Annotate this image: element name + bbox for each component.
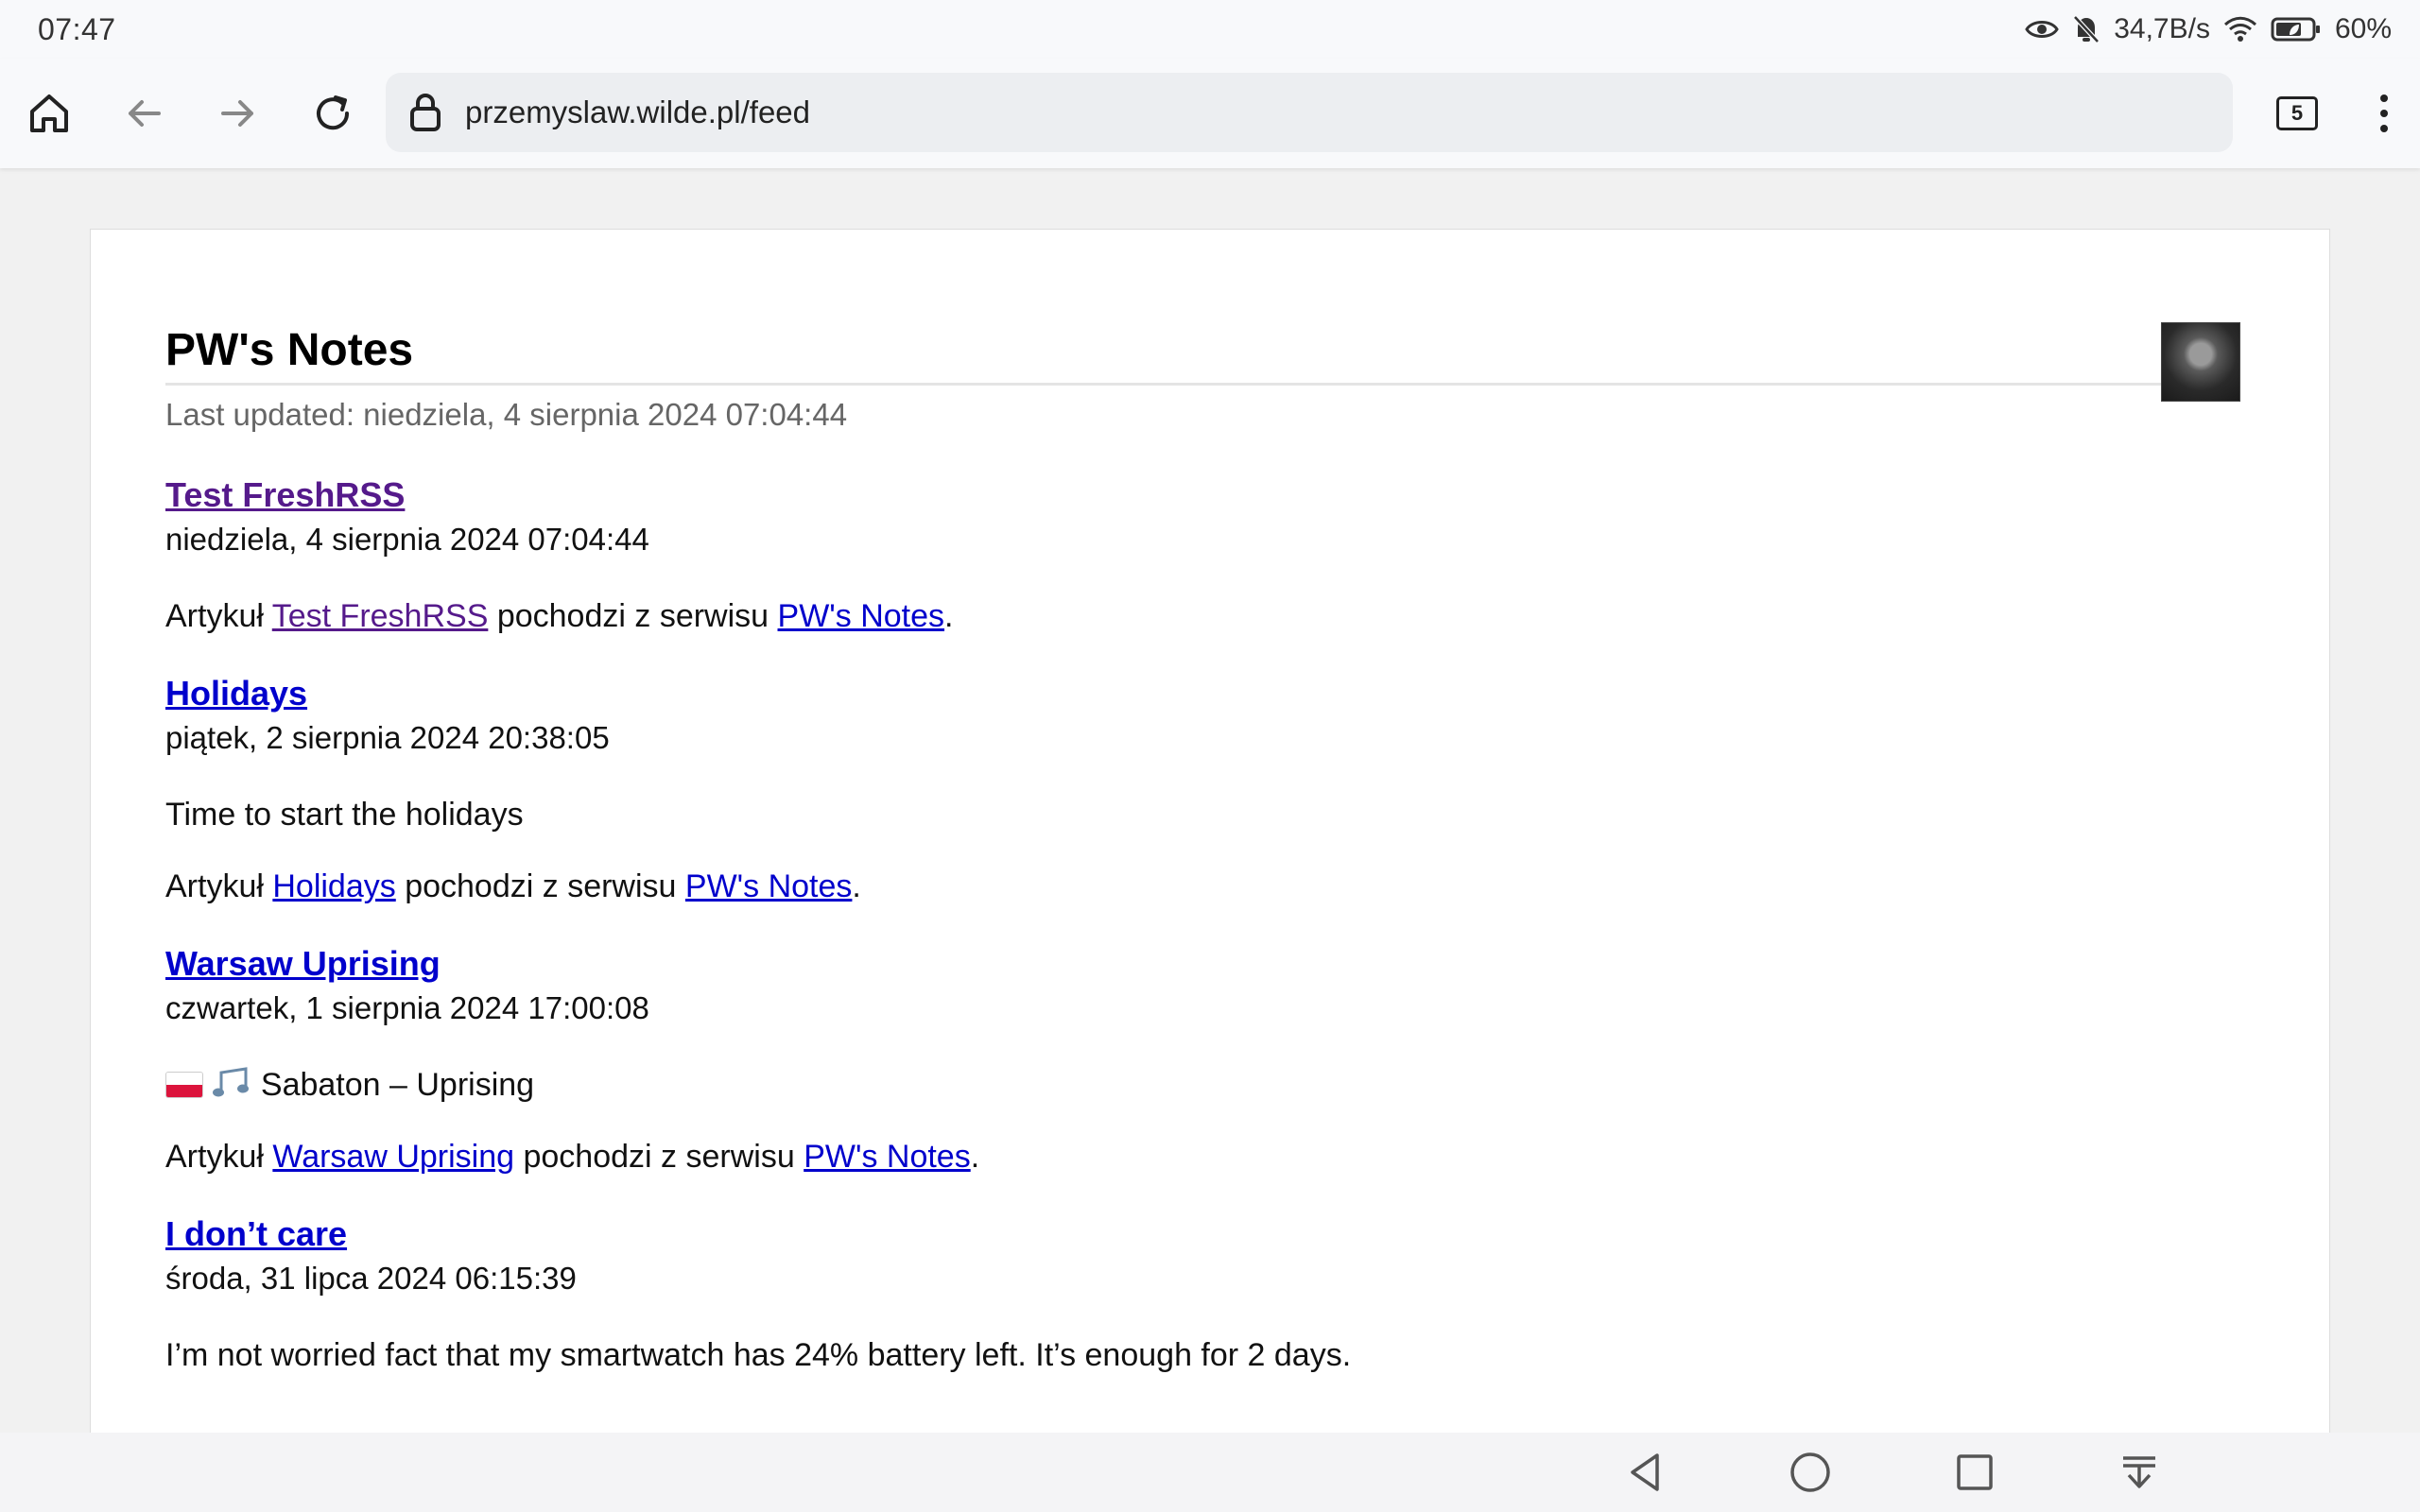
nav-back-button[interactable]: [1613, 1444, 1679, 1501]
entry-date: niedziela, 4 sierpnia 2024 07:04:44: [165, 522, 649, 557]
entry-body: Sabaton – Uprising: [165, 1063, 2245, 1107]
feed-entry: Holidays piątek, 2 sierpnia 2024 20:38:0…: [165, 672, 2245, 908]
arrow-left-icon: [129, 100, 161, 127]
nav-recents-button[interactable]: [1942, 1444, 2008, 1501]
bell-off-icon: [2072, 14, 2100, 44]
url-text: przemyslaw.wilde.pl/feed: [465, 94, 810, 129]
entry-body: I’m not worried fact that my smartwatch …: [165, 1337, 1352, 1373]
square-recents-icon: [1957, 1454, 1993, 1490]
entry-date: czwartek, 1 sierpnia 2024 17:00:08: [165, 990, 649, 1025]
tabs-button[interactable]: 5: [2252, 76, 2342, 151]
entry-body-text: Sabaton – Uprising: [260, 1067, 535, 1103]
feed-entry: Warsaw Uprising czwartek, 1 sierpnia 202…: [165, 942, 2245, 1178]
feed-header: PW's Notes Last updated: niedziela, 4 si…: [165, 324, 2256, 433]
browser-toolbar: przemyslaw.wilde.pl/feed 5: [0, 59, 2420, 168]
feed-entries: Test FreshRSS niedziela, 4 sierpnia 2024…: [165, 473, 2245, 1411]
forward-button[interactable]: [191, 66, 285, 161]
lock-icon: [410, 94, 441, 131]
system-nav-bar: [0, 1433, 2420, 1512]
entry-source: Artykuł Test FreshRSS pochodzi z serwisu…: [165, 594, 2245, 638]
network-speed: 34,7B/s: [2114, 13, 2210, 44]
feed-entry: Test FreshRSS niedziela, 4 sierpnia 2024…: [165, 473, 2245, 638]
nav-dock-button[interactable]: [2106, 1444, 2172, 1501]
author-avatar: [2161, 322, 2240, 402]
menu-button[interactable]: [2356, 76, 2412, 151]
entry-source-title-link[interactable]: Holidays: [272, 868, 395, 904]
reload-icon: [317, 95, 350, 130]
nav-home-button[interactable]: [1777, 1444, 1843, 1501]
status-time: 07:47: [38, 11, 116, 46]
tab-count: 5: [2276, 96, 2318, 130]
source-mid: pochodzi z serwisu: [395, 868, 685, 904]
entry-title-link[interactable]: I don’t care: [165, 1212, 347, 1256]
feed-entry: I don’t care środa, 31 lipca 2024 06:15:…: [165, 1212, 2245, 1377]
entry-source-title-link[interactable]: Warsaw Uprising: [272, 1139, 514, 1175]
entry-body: Time to start the holidays: [165, 797, 524, 833]
eye-icon: [2025, 16, 2059, 43]
feed-card: PW's Notes Last updated: niedziela, 4 si…: [90, 229, 2330, 1512]
arrow-down-dock-icon: [2123, 1456, 2155, 1488]
entry-title-link[interactable]: Warsaw Uprising: [165, 942, 441, 986]
source-prefix: Artykuł: [165, 868, 273, 904]
more-vert-icon: [2380, 94, 2388, 132]
battery-icon: [2271, 16, 2322, 43]
home-icon: [30, 94, 68, 132]
entry-source-site-link[interactable]: PW's Notes: [685, 868, 853, 904]
source-mid: pochodzi z serwisu: [514, 1139, 804, 1175]
source-suffix: .: [944, 598, 954, 634]
entry-source: Artykuł Holidays pochodzi z serwisu PW's…: [165, 865, 2245, 908]
entry-date: piątek, 2 sierpnia 2024 20:38:05: [165, 720, 610, 755]
back-button[interactable]: [96, 66, 191, 161]
source-prefix: Artykuł: [165, 598, 272, 634]
entry-source-site-link[interactable]: PW's Notes: [778, 598, 945, 634]
source-prefix: Artykuł: [165, 1139, 273, 1175]
status-icons: 34,7B/s 60%: [2025, 13, 2392, 45]
reload-button[interactable]: [285, 66, 380, 161]
source-suffix: .: [852, 868, 861, 904]
music-notes-icon: [213, 1067, 250, 1097]
status-bar: 07:47 34,7B/s 60%: [0, 0, 2420, 59]
poland-flag-icon: [165, 1072, 203, 1098]
entry-source-title-link[interactable]: Test FreshRSS: [272, 598, 489, 634]
entry-source-site-link[interactable]: PW's Notes: [804, 1139, 971, 1175]
entry-source: Artykuł Warsaw Uprising pochodzi z serwi…: [165, 1135, 2245, 1178]
entry-date: środa, 31 lipca 2024 06:15:39: [165, 1261, 577, 1296]
battery-level: 60%: [2334, 13, 2392, 44]
source-mid: pochodzi z serwisu: [488, 598, 778, 634]
entry-title-link[interactable]: Test FreshRSS: [165, 473, 405, 517]
wifi-icon: [2223, 16, 2257, 43]
feed-title: PW's Notes: [165, 325, 414, 375]
address-bar[interactable]: przemyslaw.wilde.pl/feed: [386, 73, 2233, 152]
arrow-right-icon: [221, 100, 253, 127]
source-suffix: .: [970, 1139, 980, 1175]
circle-home-icon: [1790, 1452, 1830, 1492]
feed-last-updated: Last updated: niedziela, 4 sierpnia 2024…: [165, 397, 848, 432]
triangle-back-icon: [1631, 1453, 1659, 1491]
home-button[interactable]: [2, 66, 96, 161]
entry-title-link[interactable]: Holidays: [165, 672, 307, 715]
feed-title-divider: [165, 383, 2164, 386]
